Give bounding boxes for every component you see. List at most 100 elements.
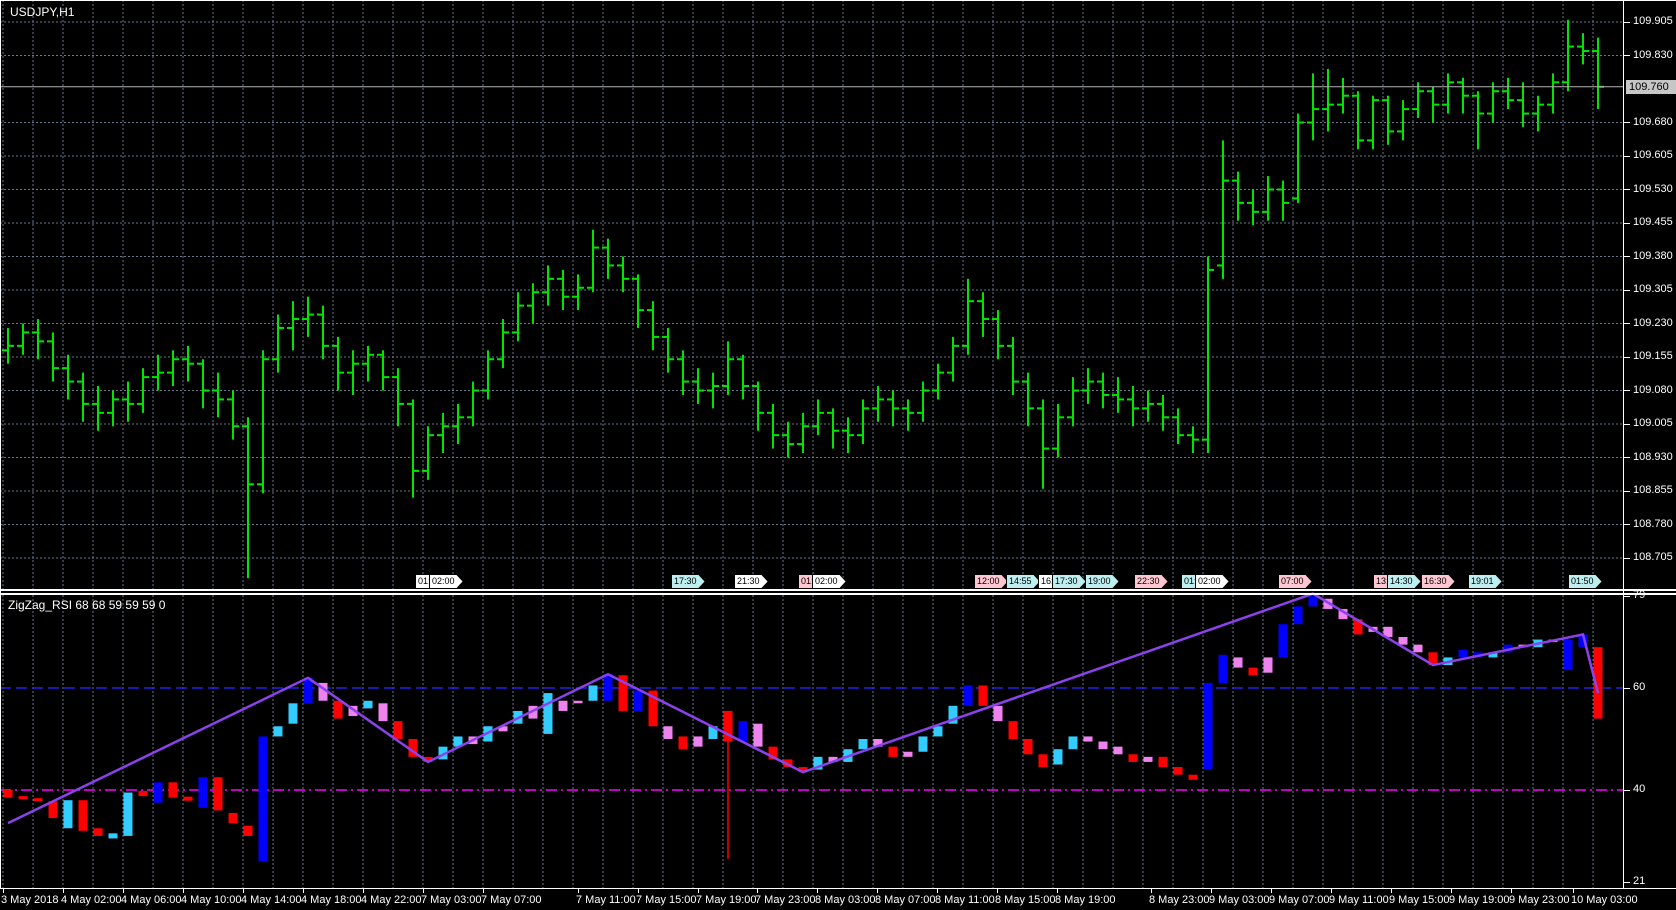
time-tick-label: 9 May 23:00	[1509, 894, 1570, 906]
price-axis-tick	[1624, 290, 1630, 291]
time-axis-tick	[363, 889, 364, 893]
price-tick-label: 108.930	[1633, 451, 1673, 463]
time-axis-tick	[1211, 889, 1212, 893]
price-tick-label: 109.455	[1633, 216, 1673, 228]
price-tick-label: 109.005	[1633, 417, 1673, 429]
time-tick-label: 4 May 02:00	[61, 894, 122, 906]
time-axis-tick	[243, 889, 244, 893]
price-axis-tick	[1624, 390, 1630, 391]
price-axis-tick	[1624, 122, 1630, 123]
price-tick-label: 109.080	[1633, 384, 1673, 396]
time-axis-tick	[1331, 889, 1332, 893]
time-tick-label: 7 May 03:00	[421, 894, 482, 906]
time-flag-label: 02:00	[813, 575, 846, 588]
time-axis-tick	[817, 889, 818, 893]
time-flag-label: 21:30	[735, 575, 768, 588]
price-axis-tick	[1624, 357, 1630, 358]
price-axis-tick	[1624, 424, 1630, 425]
time-flag-label: 16:30	[1422, 575, 1455, 588]
time-flag-label: 14:55	[1007, 575, 1040, 588]
time-tick-label: 9 May 03:00	[1209, 894, 1270, 906]
indicator-axis-tick	[1624, 688, 1630, 689]
main-chart-pane[interactable]: USDJPY,H1	[0, 0, 1623, 591]
main-grid	[0, 0, 1623, 591]
time-axis-tick	[638, 889, 639, 893]
pane-separator[interactable]	[0, 589, 1676, 591]
time-tick-label: 8 May 11:00	[935, 894, 995, 906]
time-tick-label: 8 May 19:00	[1055, 894, 1116, 906]
price-tick-label: 109.530	[1633, 183, 1673, 195]
time-flag-label: 02:00	[430, 575, 463, 588]
time-axis-tick	[698, 889, 699, 893]
time-flag-label: 19:00	[1086, 575, 1119, 588]
time-tick-label: 7 May 23:00	[755, 894, 816, 906]
time-axis-tick	[877, 889, 878, 893]
indicator-tick-label: 60	[1633, 681, 1645, 693]
time-tick-label: 7 May 11:00	[576, 894, 636, 906]
indicator-axis-tick	[1624, 790, 1630, 791]
price-axis-tick	[1624, 22, 1630, 23]
time-tick-label: 7 May 15:00	[636, 894, 697, 906]
indicator-axis-tick	[1624, 882, 1630, 883]
time-axis-tick	[578, 889, 579, 893]
time-flag-label: 14:30	[1388, 575, 1421, 588]
time-flag-label: 17:30	[1053, 575, 1086, 588]
pane-separator-line	[0, 593, 1676, 595]
time-tick-label: 4 May 18:00	[301, 894, 362, 906]
time-axis-tick	[303, 889, 304, 893]
price-axis[interactable]: 109.905 109.830 109.680 109.605 109.530 109.4…	[1623, 0, 1676, 888]
price-axis-tick	[1624, 323, 1630, 324]
price-tick-label: 109.380	[1633, 250, 1673, 262]
indicator-canvas	[0, 591, 1623, 888]
time-tick-label: 9 May 15:00	[1389, 894, 1450, 906]
price-tick-label: 109.680	[1633, 116, 1673, 128]
time-axis[interactable]: 3 May 20184 May 02:004 May 06:004 May 10…	[0, 888, 1676, 910]
price-axis-tick	[1624, 457, 1630, 458]
price-axis-tick	[1624, 256, 1630, 257]
time-tick-label: 7 May 07:00	[481, 894, 542, 906]
time-tick-label: 9 May 11:00	[1329, 894, 1389, 906]
time-axis-tick	[1573, 889, 1574, 893]
price-axis-tick	[1624, 491, 1630, 492]
current-price-label: 109.760	[1626, 80, 1676, 94]
time-tick-label: 8 May 03:00	[815, 894, 876, 906]
chart-window: USDJPY,H1 01:02:0017:3021:3001:02:0012:0…	[0, 0, 1676, 910]
time-axis-tick	[937, 889, 938, 893]
indicator-axis-tick	[1624, 596, 1630, 597]
price-axis-tick	[1624, 156, 1630, 157]
ohlc-bars	[2, 20, 1604, 578]
time-axis-tick	[1451, 889, 1452, 893]
time-axis-tick	[1151, 889, 1152, 893]
indicator-tick-label: 40	[1633, 783, 1645, 795]
price-axis-tick	[1624, 55, 1630, 56]
time-tick-label: 4 May 22:00	[361, 894, 422, 906]
time-tick-label: 8 May 07:00	[875, 894, 936, 906]
time-axis-tick	[1271, 889, 1272, 893]
price-tick-label: 109.905	[1633, 15, 1673, 27]
price-tick-label: 109.830	[1633, 49, 1673, 61]
time-tick-label: 8 May 15:00	[995, 894, 1056, 906]
price-axis-tick	[1624, 558, 1630, 559]
window-border-top	[0, 0, 1676, 1]
time-flag-label: 07:00	[1279, 575, 1312, 588]
time-axis-tick	[123, 889, 124, 893]
indicator-pane[interactable]: ZigZag_RSI 68 68 59 59 59 0	[0, 591, 1623, 888]
time-tick-label: 9 May 19:00	[1449, 894, 1510, 906]
symbol-timeframe-label: USDJPY,H1	[10, 5, 74, 19]
time-tick-label: 3 May 2018	[1, 894, 58, 906]
time-tick-label: 4 May 06:00	[121, 894, 182, 906]
time-tick-label: 10 May 03:00	[1571, 894, 1638, 906]
time-flag-label: 02:00	[1196, 575, 1229, 588]
price-tick-label: 109.230	[1633, 317, 1673, 329]
time-flag-label: 01:50	[1569, 575, 1602, 588]
indicator-grid	[3, 595, 1593, 888]
time-axis-tick	[423, 889, 424, 893]
price-tick-label: 109.605	[1633, 149, 1673, 161]
price-tick-label: 108.780	[1633, 518, 1673, 530]
price-tick-label: 109.305	[1633, 283, 1673, 295]
time-flag-label: 19:01	[1469, 575, 1502, 588]
time-axis-tick	[3, 889, 4, 893]
time-flag-label: 22:30	[1135, 575, 1168, 588]
time-flag-label: 17:30	[672, 575, 705, 588]
time-axis-tick	[1057, 889, 1058, 893]
